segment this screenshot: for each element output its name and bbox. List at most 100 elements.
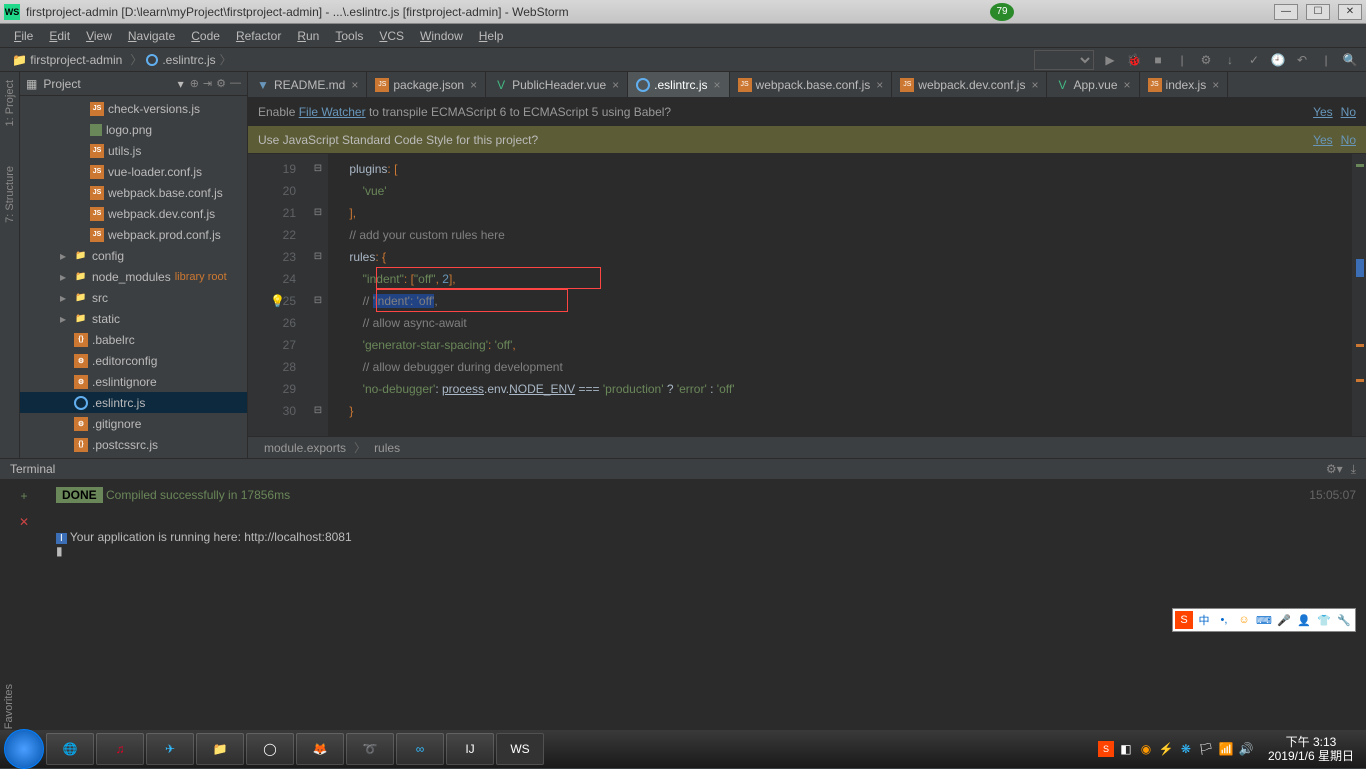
tree-item[interactable]: ⚙.gitignore (20, 413, 247, 434)
tree-item[interactable]: JSutils.js (20, 140, 247, 161)
search-button[interactable]: 🔍 (1342, 52, 1358, 68)
project-tree[interactable]: JScheck-versions.jslogo.pngJSutils.jsJSv… (20, 96, 247, 458)
ime-lang-icon[interactable]: 中 (1195, 611, 1213, 629)
editor-tab[interactable]: ▼README.md× (248, 72, 367, 97)
ime-user-icon[interactable]: 👤 (1295, 611, 1313, 629)
close-icon[interactable]: × (351, 78, 358, 92)
menu-window[interactable]: Window (414, 27, 469, 45)
tray-network-icon[interactable]: 📶 (1218, 741, 1234, 757)
taskbar-app3[interactable]: ∞ (396, 733, 444, 765)
yes-link[interactable]: Yes (1313, 133, 1333, 147)
taskbar-netease[interactable]: ♫ (96, 733, 144, 765)
hide-icon[interactable]: — (230, 77, 241, 90)
add-terminal-button[interactable]: + (16, 488, 32, 504)
tree-item[interactable]: ⚙.editorconfig (20, 350, 247, 371)
tray-icon[interactable]: ◉ (1138, 741, 1154, 757)
tree-item[interactable]: JScheck-versions.js (20, 98, 247, 119)
file-watcher-link[interactable]: File Watcher (299, 105, 366, 119)
crumb-item[interactable]: module.exports (264, 441, 346, 455)
tree-item[interactable]: ▸📁node_modules library root (20, 266, 247, 287)
stop-button[interactable]: ■ (1150, 52, 1166, 68)
menu-refactor[interactable]: Refactor (230, 27, 287, 45)
close-terminal-button[interactable]: ✕ (16, 514, 32, 530)
close-icon[interactable]: × (714, 78, 721, 92)
start-button[interactable] (4, 729, 44, 769)
gear-icon[interactable]: ⚙ (216, 77, 226, 90)
taskbar-webstorm[interactable]: WS (496, 733, 544, 765)
tray-bluetooth-icon[interactable]: ⚡ (1158, 741, 1174, 757)
scroll-from-source-icon[interactable]: ⊕ (190, 77, 199, 90)
tree-item[interactable]: JSwebpack.base.conf.js (20, 182, 247, 203)
tree-item[interactable]: JSwebpack.dev.conf.js (20, 203, 247, 224)
tray-icon[interactable]: ❋ (1178, 741, 1194, 757)
editor-tab[interactable]: JSwebpack.base.conf.js× (730, 72, 893, 97)
breadcrumb-file[interactable]: .eslintrc.js (146, 53, 215, 67)
ime-toolbar[interactable]: S 中 •, ☺ ⌨ 🎤 👤 👕 🔧 (1172, 608, 1356, 632)
editor-tab[interactable]: JSindex.js× (1140, 72, 1229, 97)
editor-tab[interactable]: VPublicHeader.vue× (486, 72, 628, 97)
taskbar-explorer[interactable]: 📁 (196, 733, 244, 765)
ime-mic-icon[interactable]: 🎤 (1275, 611, 1293, 629)
no-link[interactable]: No (1341, 105, 1356, 119)
tray-clock[interactable]: 下午 3:13 2019/1/6 星期日 (1260, 735, 1362, 763)
run-button[interactable]: ▶ (1102, 52, 1118, 68)
taskbar-app2[interactable]: ➰ (346, 733, 394, 765)
taskbar-idea[interactable]: IJ (446, 733, 494, 765)
download-icon[interactable]: ⤓ (1351, 462, 1356, 477)
menu-help[interactable]: Help (473, 27, 510, 45)
debug-button[interactable]: 🐞 (1126, 52, 1142, 68)
fold-column[interactable]: ⊟⊟⊟⊟⊟ (308, 154, 328, 436)
structure-tool-tab[interactable]: 7: Structure (4, 166, 16, 223)
menu-code[interactable]: Code (185, 27, 226, 45)
tray-flag-icon[interactable]: 🏳 (1198, 741, 1214, 757)
tree-item[interactable]: logo.png (20, 119, 247, 140)
terminal-title[interactable]: Terminal (10, 462, 55, 476)
run-config-select[interactable] (1034, 50, 1094, 70)
tree-item[interactable]: .eslintrc.js (20, 392, 247, 413)
taskbar-eclipse[interactable]: ◯ (246, 733, 294, 765)
close-icon[interactable]: × (470, 78, 477, 92)
menu-edit[interactable]: Edit (43, 27, 76, 45)
editor-tab[interactable]: JSwebpack.dev.conf.js× (892, 72, 1047, 97)
ime-logo-icon[interactable]: S (1175, 611, 1193, 629)
tree-item[interactable]: {}.postcssrc.js (20, 434, 247, 455)
tree-item[interactable]: ▸📁static (20, 308, 247, 329)
tree-item[interactable]: ▸📁config (20, 245, 247, 266)
tray-sogou-icon[interactable]: S (1098, 741, 1114, 757)
gear-icon[interactable]: ⚙▾ (1326, 462, 1343, 477)
ime-skin-icon[interactable]: 👕 (1315, 611, 1333, 629)
menu-navigate[interactable]: Navigate (122, 27, 181, 45)
tree-item[interactable]: JSwebpack.prod.conf.js (20, 224, 247, 245)
maximize-button[interactable]: ☐ (1306, 4, 1330, 20)
yes-link[interactable]: Yes (1313, 105, 1333, 119)
tray-volume-icon[interactable]: 🔊 (1238, 741, 1254, 757)
collapse-icon[interactable]: ⇥ (203, 77, 212, 90)
close-icon[interactable]: × (876, 78, 883, 92)
close-icon[interactable]: × (1212, 78, 1219, 92)
minimize-button[interactable]: — (1274, 4, 1298, 20)
intention-bulb-icon[interactable]: 💡 (270, 294, 285, 308)
editor-tab[interactable]: .eslintrc.js× (628, 72, 729, 97)
breadcrumb-project[interactable]: 📁 firstproject-admin (8, 51, 126, 69)
ime-keyboard-icon[interactable]: ⌨ (1255, 611, 1273, 629)
taskbar-firefox[interactable]: 🦊 (296, 733, 344, 765)
menu-view[interactable]: View (80, 27, 118, 45)
terminal-output[interactable]: DONE Compiled successfully in 17856ms 15… (48, 480, 1366, 730)
commit-button[interactable]: ✓ (1246, 52, 1262, 68)
code-editor[interactable]: 192021222324252627282930 ⊟⊟⊟⊟⊟ plugins: … (248, 154, 1366, 436)
settings-icon[interactable]: ⚙ (1198, 52, 1214, 68)
dropdown-icon[interactable]: ▾ (178, 77, 184, 91)
close-button[interactable]: ✕ (1338, 4, 1362, 20)
ime-emoji-icon[interactable]: ☺ (1235, 611, 1253, 629)
tree-item[interactable]: ⚙.eslintignore (20, 371, 247, 392)
tree-item[interactable]: JSvue-loader.conf.js (20, 161, 247, 182)
history-button[interactable]: 🕘 (1270, 52, 1286, 68)
menu-run[interactable]: Run (291, 27, 325, 45)
menu-vcs[interactable]: VCS (373, 27, 410, 45)
code-text[interactable]: plugins: [ 'vue' ], // add your custom r… (328, 154, 1352, 436)
ime-tool-icon[interactable]: 🔧 (1335, 611, 1353, 629)
tree-item[interactable]: ▸📁src (20, 287, 247, 308)
menu-file[interactable]: File (8, 27, 39, 45)
ime-punct-icon[interactable]: •, (1215, 611, 1233, 629)
project-tool-tab[interactable]: 1: Project (4, 80, 16, 126)
